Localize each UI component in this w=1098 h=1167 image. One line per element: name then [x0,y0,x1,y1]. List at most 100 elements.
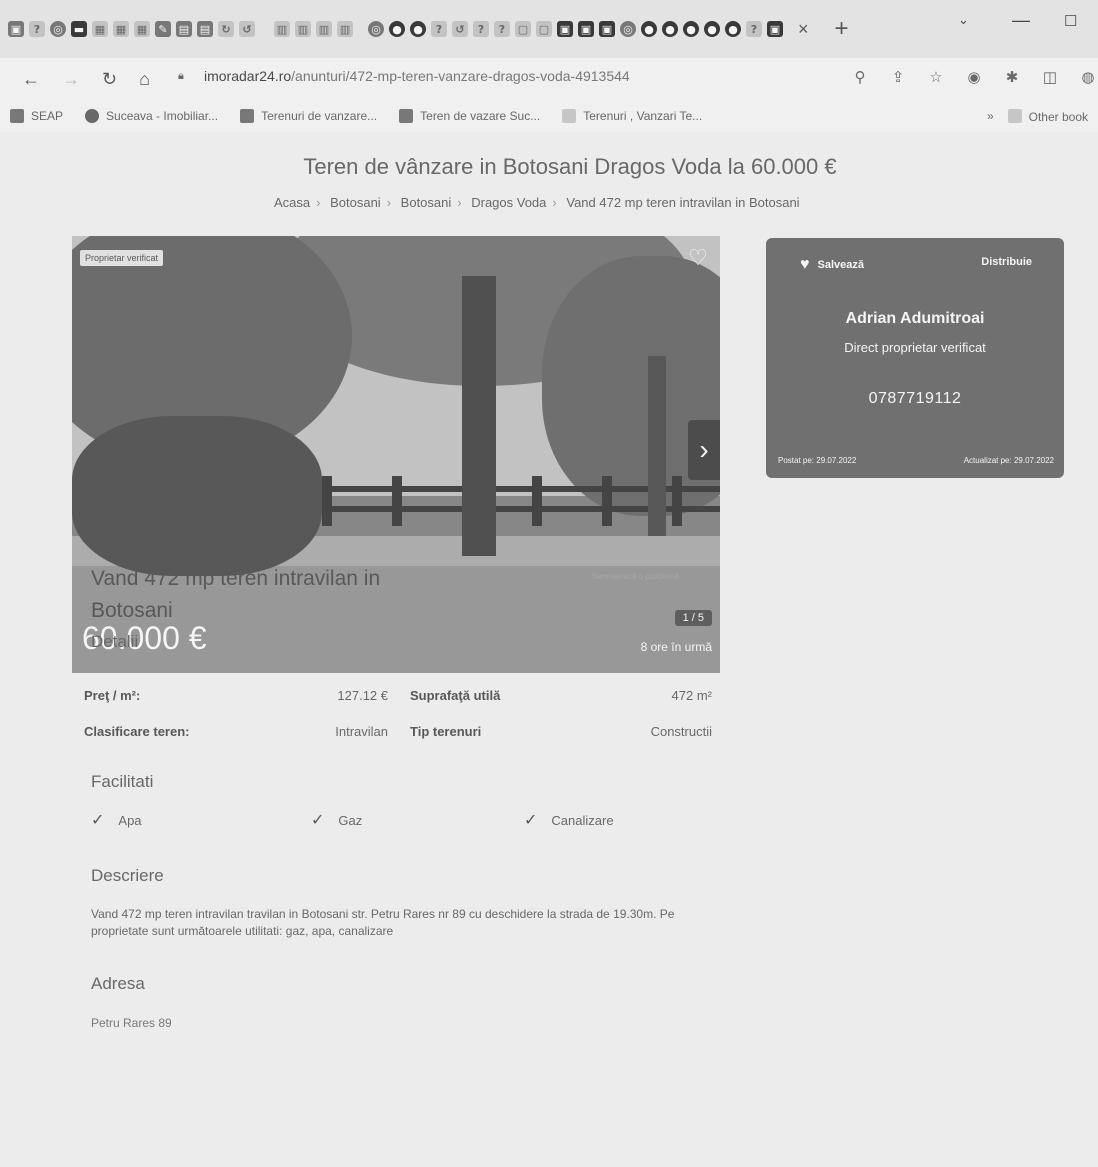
other-bookmarks-button[interactable]: Other book [1007,109,1088,124]
breadcrumb-home[interactable]: Acasa [274,195,310,210]
tab-favicon[interactable]: ▣ [8,21,24,37]
tab-favicon[interactable]: ▥ [316,21,332,37]
tab-favicon[interactable]: ▢ [515,21,531,37]
tab-favicon[interactable]: ● [641,21,657,37]
tab-favicon[interactable]: ● [683,21,699,37]
next-photo-chevron-icon[interactable]: › [688,420,720,480]
maximize-icon[interactable]: ☐ [1064,12,1077,30]
favorite-heart-icon[interactable]: ♡ [684,244,712,272]
tab-favicon[interactable]: ● [389,21,405,37]
tab-favicon[interactable]: ▣ [599,21,615,37]
tab-favicon-active[interactable]: ▣ [767,21,783,37]
seller-phone[interactable]: 0787719112 [766,390,1064,408]
breadcrumb-zone[interactable]: Dragos Voda [471,195,546,210]
detail-value: Intravilan [335,724,388,739]
tab-search-chevron-icon[interactable]: ⌄ [958,12,969,28]
verified-owner-badge: Proprietar verificat [80,250,164,266]
more-bookmarks-button[interactable]: » [987,109,994,124]
tab-favicon[interactable]: ? [431,21,447,37]
tab-favicon[interactable]: ↻ [218,21,234,37]
back-icon[interactable]: ← [22,69,40,90]
tab-favicon[interactable]: ● [704,21,720,37]
detail-label: Tip terenuri [410,724,482,739]
minimize-icon[interactable]: — [1012,10,1030,31]
tab-favicon[interactable]: ▤ [197,21,213,37]
tab-favicon[interactable]: ◎ [368,21,384,37]
tab-favicon[interactable]: ▢ [536,21,552,37]
bookmark-item[interactable]: Suceava - Imobiliar... [85,109,218,123]
bookmark-icon [562,109,577,123]
tab-favicon[interactable]: ✎ [155,21,171,37]
listing-title: Vand 472 mp teren intravilan in Botosani [91,567,381,622]
bookmark-star-icon[interactable]: ☆ [926,67,946,87]
profile-icon[interactable]: ◍ [1078,67,1098,87]
extensions-puzzle-icon[interactable]: ✱ [1002,67,1022,87]
tab-favicon[interactable]: ● [410,21,426,37]
page-content: Teren de vânzare in Botosani Dragos Voda… [0,132,1098,1167]
tab-favicon[interactable]: ▬ [71,21,87,37]
checkmark-icon: ✓ [311,812,325,829]
tab-favicon[interactable]: ◎ [620,21,636,37]
browser-toolbar: ← → ↻ ⌂ 🔒︎ imoradar24.ro/anunturi/472-mp… [0,58,1098,100]
tab-favicon[interactable]: ▣ [578,21,594,37]
tab-favicon[interactable]: ? [473,21,489,37]
browser-tab-strip: ▣ ? ◎ ▬ ▦ ▦ ▦ ✎ ▤ ▤ ↻ ↺ ▥ ▥ ▥ ▥ ◎ ● ● ? … [0,0,1098,58]
facility-item: ✓ Apa [91,812,142,829]
home-icon[interactable]: ⌂ [139,69,150,90]
detail-label: Suprafaţă utilă [410,688,501,703]
bookmark-item[interactable]: SEAP [10,109,63,123]
tab-favicon[interactable]: ▥ [295,21,311,37]
contact-card: ♥ Salvează Distribuie Adrian Adumitroai … [766,238,1064,478]
share-button[interactable]: Distribuie [981,256,1032,268]
description-text: Vand 472 mp teren intravilan travilan in… [91,907,675,938]
tab-favicon[interactable]: ● [662,21,678,37]
photo-counter: 1 / 5 [674,610,712,626]
tab-favicon[interactable]: ▤ [176,21,192,37]
tab-favicon[interactable]: ? [494,21,510,37]
lock-icon[interactable]: 🔒︎ [178,70,184,83]
details-heading: Detalii [91,632,139,651]
side-panel-icon[interactable]: ◫ [1040,67,1060,87]
seller-status: Direct proprietar verificat [844,340,986,355]
tab-favicon[interactable]: ? [29,21,45,37]
tab-favicon[interactable]: ◎ [50,21,66,37]
tab-favicon[interactable]: ↺ [452,21,468,37]
page-title: Teren de vânzare in Botosani Dragos Voda… [303,154,837,179]
bookmark-item[interactable]: Terenuri de vanzare... [240,109,377,123]
url-host: imoradar24.ro [204,68,292,84]
bookmark-icon [240,109,255,123]
report-problem-link[interactable]: Semnalează o problemă [592,572,679,581]
zoom-icon[interactable]: ⚲ [850,67,870,87]
new-tab-button[interactable]: + [835,15,849,43]
breadcrumb-current: Vand 472 mp teren intravilan in Botosani [566,195,800,210]
save-button[interactable]: ♥ Salvează [800,256,864,274]
extension-icon[interactable]: ◉ [964,67,984,87]
reload-icon[interactable]: ↻ [102,69,117,90]
tab-close-button[interactable]: × [798,19,809,40]
tab-favicon[interactable]: ↺ [239,21,255,37]
detail-value: 472 m² [671,688,712,703]
tab-favicon[interactable]: ▥ [337,21,353,37]
tab-favicon[interactable]: ? [746,21,762,37]
share-icon[interactable]: ⇪ [888,67,908,87]
tab-favicon[interactable]: ▣ [557,21,573,37]
breadcrumb-city[interactable]: Botosani [401,195,452,210]
bookmark-item[interactable]: Terenuri , Vanzari Te... [562,109,702,123]
address-bar[interactable]: imoradar24.ro/anunturi/472-mp-teren-vanz… [204,68,630,84]
facility-item: ✓ Canalizare [524,812,614,829]
detail-label: Preţ / m²: [84,688,141,703]
description-heading: Descriere [91,866,164,885]
bookmark-item[interactable]: Teren de vazare Suc... [399,109,540,123]
breadcrumb-county[interactable]: Botosani [330,195,381,210]
posted-date: Postat pe: 29.07.2022 [778,456,857,465]
tab-favicon[interactable]: ▥ [274,21,290,37]
posted-ago: 8 ore în urmă [640,640,712,654]
heart-icon: ♥ [800,256,810,273]
globe-icon [85,109,100,123]
forward-icon[interactable]: → [62,69,80,90]
tab-favicon[interactable]: ● [725,21,741,37]
tab-favicon[interactable]: ▦ [113,21,129,37]
facility-item: ✓ Gaz [311,812,363,829]
tab-favicon[interactable]: ▦ [134,21,150,37]
tab-favicon[interactable]: ▦ [92,21,108,37]
